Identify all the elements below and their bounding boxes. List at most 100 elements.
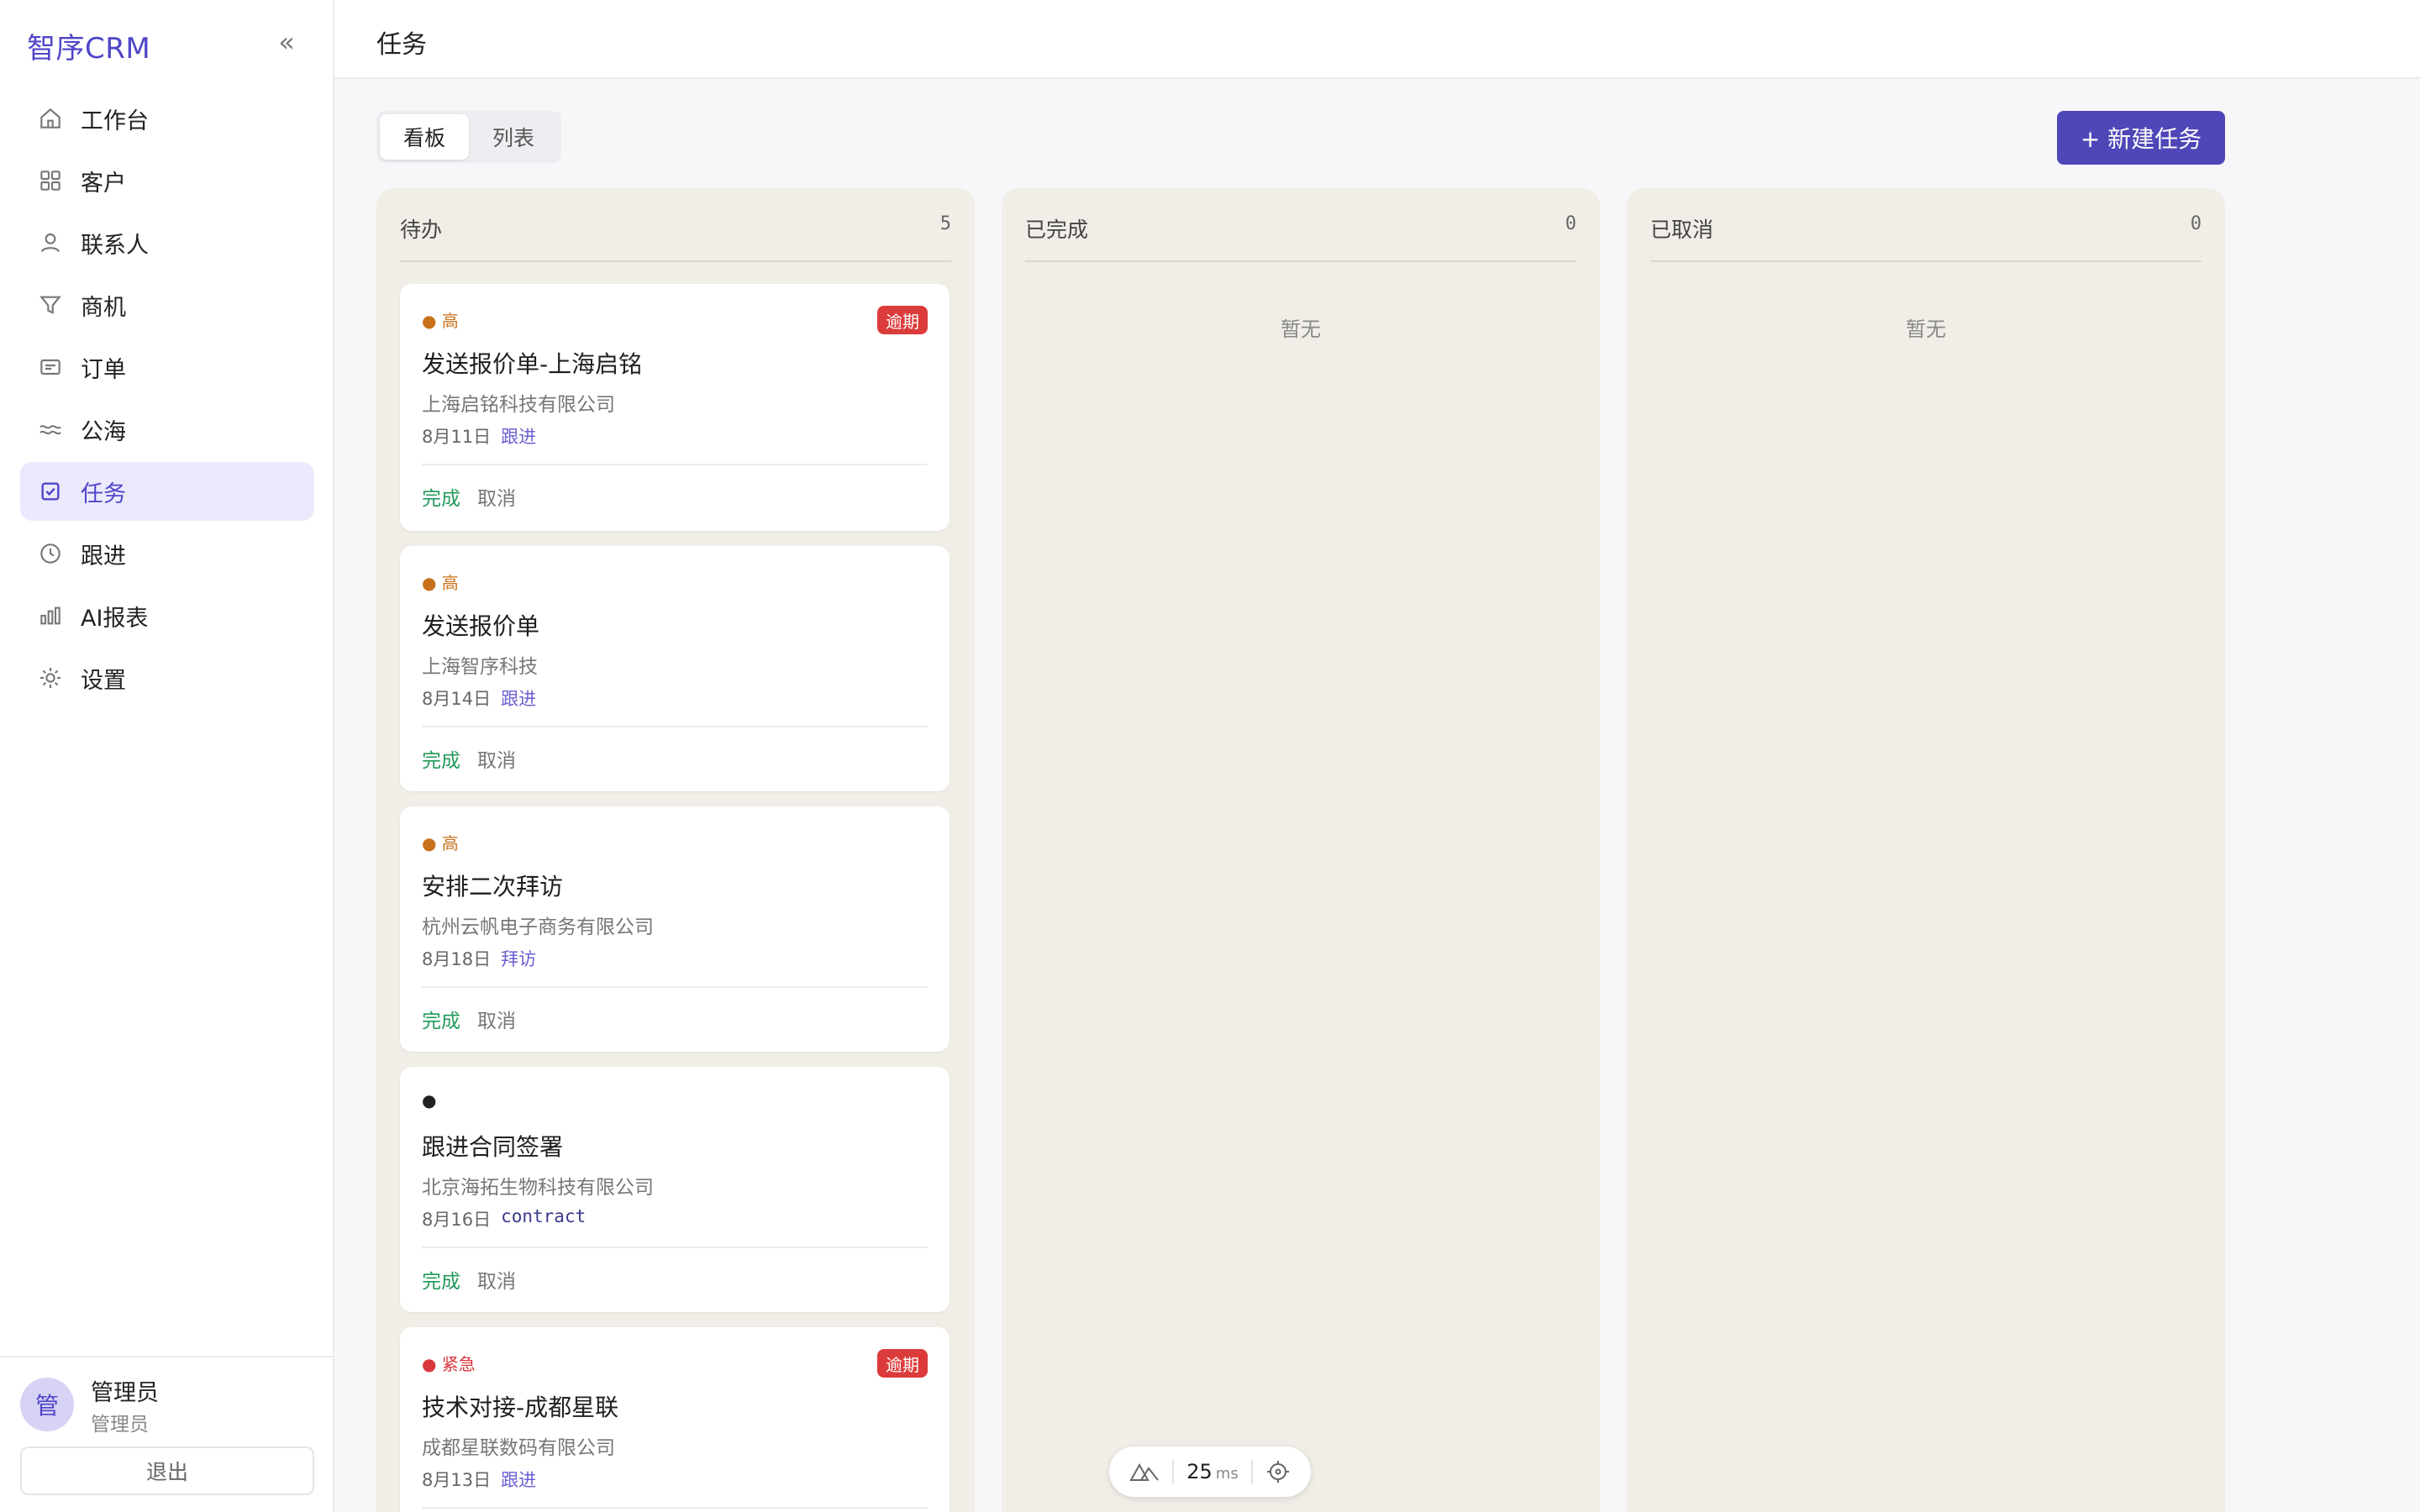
task-card[interactable]: ● 高 逾期 发送报价单-上海启铭 上海启铭科技有限公司 8月11日 跟进 完成… xyxy=(400,284,950,531)
column-title: 待办 xyxy=(400,218,443,242)
sidebar-item-public-pool[interactable]: 公海 xyxy=(20,400,314,459)
complete-button[interactable]: 完成 xyxy=(422,744,460,773)
task-card[interactable]: ● 高 安排二次拜访 杭州云帆电子商务有限公司 8月18日 拜访 完成 取消 xyxy=(400,806,950,1052)
sidebar-item-orders[interactable]: 订单 xyxy=(20,338,314,396)
cancel-task-button[interactable]: 取消 xyxy=(477,482,516,511)
column-header: 待办 5 xyxy=(400,213,951,262)
collapse-sidebar-button[interactable]: « xyxy=(274,27,299,57)
tab-list[interactable]: 列表 xyxy=(469,114,558,160)
task-company: 上海智序科技 xyxy=(422,656,538,678)
sidebar-item-label: AI报表 xyxy=(81,605,149,632)
priority-label: ● 高 xyxy=(422,311,459,331)
priority-label: ● xyxy=(422,1090,437,1110)
task-title[interactable]: 安排二次拜访 xyxy=(422,869,563,902)
complete-button[interactable]: 完成 xyxy=(422,1265,460,1294)
mountain-logo-icon[interactable] xyxy=(1128,1461,1160,1483)
sidebar-item-contacts[interactable]: 联系人 xyxy=(20,213,314,272)
priority-label: ● 高 xyxy=(422,833,459,853)
task-due-date: 8月16日 xyxy=(422,1210,492,1230)
cancel-task-button[interactable]: 取消 xyxy=(477,744,516,773)
cancel-task-button[interactable]: 取消 xyxy=(477,1265,516,1294)
grid-icon xyxy=(37,167,64,194)
sidebar-item-label: 订单 xyxy=(81,356,126,383)
clock-icon xyxy=(37,540,64,567)
card-divider xyxy=(422,464,928,465)
column-header: 已完成 0 xyxy=(1025,213,1576,262)
sidebar-item-follow-up[interactable]: 跟进 xyxy=(20,524,314,583)
order-icon xyxy=(37,354,64,381)
task-type: 跟进 xyxy=(501,1470,537,1490)
sidebar-item-label: 商机 xyxy=(81,294,126,321)
sidebar: 智序CRM « 工作台 客户 联系人 商机 订单 公海 任务 跟进 AI报表 设… xyxy=(0,0,334,1512)
sidebar-item-tasks[interactable]: 任务 xyxy=(20,462,314,521)
priority-label: ● 紧急 xyxy=(422,1354,476,1374)
top-header: 任务 xyxy=(334,0,2420,79)
complete-button[interactable]: 完成 xyxy=(422,1005,460,1033)
view-switch: 看板 列表 xyxy=(376,111,561,163)
user-icon xyxy=(37,229,64,256)
task-title[interactable]: 发送报价单 xyxy=(422,608,539,642)
sidebar-item-label: 跟进 xyxy=(81,543,126,570)
crosshair-icon[interactable] xyxy=(1265,1459,1291,1484)
sidebar-item-label: 联系人 xyxy=(81,232,149,259)
sidebar-item-settings[interactable]: 设置 xyxy=(20,648,314,707)
complete-button[interactable]: 完成 xyxy=(422,482,460,511)
sidebar-item-label: 任务 xyxy=(81,480,126,507)
sidebar-item-label: 工作台 xyxy=(81,108,149,134)
card-divider xyxy=(422,1247,928,1248)
task-type: contract xyxy=(501,1206,587,1226)
card-actions: 完成 取消 xyxy=(422,1005,516,1033)
task-card[interactable]: ● 紧急 逾期 技术对接-成都星联 成都星联数码有限公司 8月13日 跟进 完成… xyxy=(400,1327,950,1512)
task-meta: 8月11日 跟进 xyxy=(422,423,536,449)
task-title[interactable]: 跟进合同签署 xyxy=(422,1129,563,1163)
column-cancelled: 已取消 0 暂无 xyxy=(1627,188,2225,1512)
user-role: 管理员 xyxy=(91,1414,149,1436)
task-company: 北京海拓生物科技有限公司 xyxy=(422,1177,654,1199)
priority-label: ● 高 xyxy=(422,573,459,593)
column-count: 0 xyxy=(2190,213,2202,234)
sidebar-item-label: 公海 xyxy=(81,418,126,445)
page-title: 任务 xyxy=(376,30,427,60)
task-title[interactable]: 发送报价单-上海启铭 xyxy=(422,346,642,380)
sidebar-item-ai-reports[interactable]: AI报表 xyxy=(20,586,314,645)
task-title[interactable]: 技术对接-成都星联 xyxy=(422,1389,618,1423)
task-due-date: 8月18日 xyxy=(422,949,492,969)
overdue-badge: 逾期 xyxy=(877,306,928,334)
task-meta: 8月14日 跟进 xyxy=(422,685,536,711)
cancel-task-button[interactable]: 取消 xyxy=(477,1005,516,1033)
divider xyxy=(1251,1460,1253,1483)
card-actions: 完成 取消 xyxy=(422,482,516,511)
card-divider xyxy=(422,1507,928,1509)
task-meta: 8月13日 跟进 xyxy=(422,1467,536,1492)
task-card[interactable]: ● 跟进合同签署 北京海拓生物科技有限公司 8月16日 contract 完成 … xyxy=(400,1067,950,1312)
sidebar-item-opportunities[interactable]: 商机 xyxy=(20,276,314,334)
task-due-date: 8月13日 xyxy=(422,1470,492,1490)
perf-widget[interactable]: 25 ms xyxy=(1109,1446,1311,1497)
perf-value: 25 xyxy=(1186,1460,1213,1483)
column-count: 5 xyxy=(939,213,951,234)
logout-button[interactable]: 退出 xyxy=(20,1446,314,1495)
home-icon xyxy=(37,105,64,132)
waves-icon xyxy=(37,416,64,443)
bar-chart-icon xyxy=(37,602,64,629)
empty-state: 暂无 xyxy=(1906,318,1946,341)
avatar[interactable]: 管 xyxy=(20,1378,74,1431)
sidebar-item-workbench[interactable]: 工作台 xyxy=(20,89,314,148)
overdue-badge: 逾期 xyxy=(877,1349,928,1378)
perf-unit: ms xyxy=(1215,1465,1239,1483)
task-due-date: 8月14日 xyxy=(422,689,492,709)
task-card[interactable]: ● 高 发送报价单 上海智序科技 8月14日 跟进 完成 取消 xyxy=(400,546,950,791)
brand-logo[interactable]: 智序CRM xyxy=(27,25,150,66)
funnel-icon xyxy=(37,291,64,318)
task-company: 杭州云帆电子商务有限公司 xyxy=(422,916,654,938)
task-company: 成都星联数码有限公司 xyxy=(422,1437,615,1459)
tab-kanban[interactable]: 看板 xyxy=(380,114,469,160)
new-task-button[interactable]: + 新建任务 xyxy=(2057,111,2225,165)
task-due-date: 8月11日 xyxy=(422,427,492,447)
sidebar-nav: 工作台 客户 联系人 商机 订单 公海 任务 跟进 AI报表 设置 xyxy=(20,89,314,711)
empty-state: 暂无 xyxy=(1281,318,1321,341)
sidebar-item-label: 设置 xyxy=(81,667,126,694)
sidebar-item-customers[interactable]: 客户 xyxy=(20,151,314,210)
task-type: 拜访 xyxy=(501,949,537,969)
perf-readout: 25 ms xyxy=(1186,1460,1238,1483)
